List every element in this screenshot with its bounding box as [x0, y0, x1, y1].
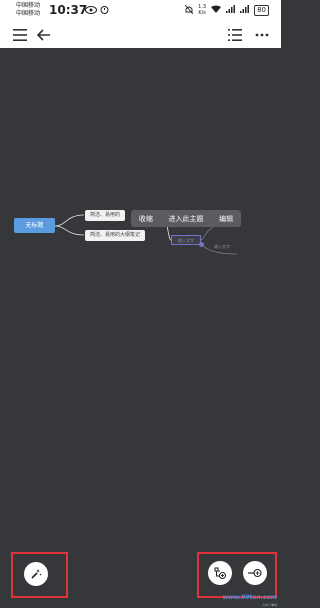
hamburger-icon — [13, 29, 27, 41]
status-bar: 中国移动 中国移动 10:37 1.3 K/s 80 — [0, 0, 281, 22]
watermark-subtext: 久友下载站 — [261, 603, 277, 607]
list-icon — [228, 29, 242, 41]
magic-wand-icon — [31, 569, 42, 579]
carrier-2: 中国移动 — [16, 10, 41, 17]
add-sibling-button[interactable] — [208, 561, 232, 585]
magic-wand-button[interactable] — [24, 562, 48, 586]
ghost-node-2: 输入文字 — [214, 244, 230, 249]
carrier-1: 中国移动 — [16, 2, 41, 9]
top-toolbar — [0, 22, 281, 48]
child-add-icon — [248, 568, 262, 578]
selected-node[interactable]: 输入文字 — [171, 235, 201, 245]
root-node-label: 无标题 — [25, 222, 44, 229]
clock: 10:37 — [49, 3, 88, 17]
selected-node-label: 输入文字 — [178, 238, 194, 243]
carrier-info: 中国移动 中国移动 — [16, 2, 40, 18]
net-speed-unit: K/s — [198, 10, 206, 16]
mindmap-canvas[interactable]: 无标题 简洁、易用的 简洁、易用的大纲笔记 输入文字 输入文字 输入文字 收缩 … — [0, 48, 281, 608]
watermark-text: www.99ton.com — [222, 594, 277, 601]
root-node[interactable]: 无标题 — [14, 218, 55, 233]
back-arrow-icon — [37, 29, 50, 41]
edit-menu-item[interactable]: 编辑 — [219, 214, 233, 224]
alarm-icon — [100, 6, 109, 17]
wifi-icon — [211, 5, 222, 15]
outline-view-button[interactable] — [225, 25, 245, 45]
branch-add-icon — [214, 567, 226, 579]
back-button[interactable] — [34, 25, 54, 45]
context-menu: 收缩 进入此主题 编辑 — [131, 210, 241, 227]
child-node-2[interactable]: 简洁、易用的大纲笔记 — [85, 230, 146, 241]
child-node-2-label: 简洁、易用的大纲笔记 — [90, 232, 141, 238]
status-icons-left — [85, 5, 109, 17]
child-node-1-label: 简洁、易用的 — [90, 212, 121, 218]
mute-icon — [184, 4, 194, 16]
enter-topic-menu-item[interactable]: 进入此主题 — [168, 214, 203, 224]
more-dots-icon — [255, 33, 269, 37]
eye-icon — [85, 6, 100, 17]
menu-button[interactable] — [10, 25, 30, 45]
collapse-menu-item[interactable]: 收缩 — [139, 214, 153, 224]
battery-indicator: 80 — [254, 4, 269, 16]
drag-handle-icon[interactable] — [199, 242, 204, 247]
child-node-1[interactable]: 简洁、易用的 — [85, 210, 126, 221]
net-speed: 1.3 K/s — [198, 4, 206, 16]
signal-icon-2 — [240, 5, 250, 15]
add-child-button[interactable] — [243, 561, 267, 585]
status-icons-right: 1.3 K/s 80 — [184, 4, 269, 16]
more-button[interactable] — [252, 25, 272, 45]
watermark-logo: www.99ton.com 久友下载站 — [215, 592, 277, 607]
signal-icon-1 — [226, 5, 236, 15]
connector-lines — [54, 214, 238, 255]
